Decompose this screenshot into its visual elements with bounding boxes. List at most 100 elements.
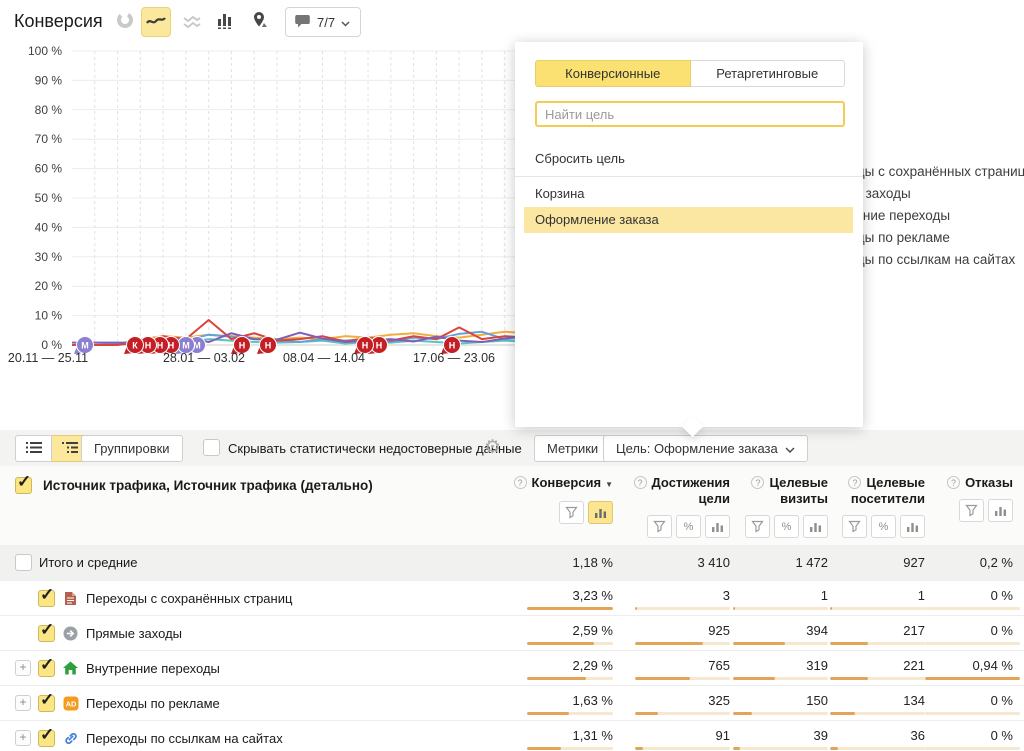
chart-type-donut-button[interactable]: [110, 7, 140, 37]
bar-chart-icon-button[interactable]: [803, 515, 828, 538]
column-header-label[interactable]: ?Целевые посетители: [828, 475, 925, 507]
row-label[interactable]: Переходы с сохранённых страниц: [86, 591, 292, 606]
metric-cell: 0,94 %: [925, 651, 1013, 685]
metric-value: 0,94 %: [925, 658, 1013, 673]
table-row: +✓Переходы по ссылкам на сайтах1,31 %913…: [0, 720, 1024, 751]
chart-type-map-button[interactable]: [245, 7, 275, 37]
controls-bar: Группировки Скрывать статистически недос…: [0, 430, 1024, 466]
metric-bar: [925, 642, 1020, 645]
row-label[interactable]: Переходы по ссылкам на сайтах: [86, 731, 283, 746]
column-header-label[interactable]: ?Конверсия▼: [510, 475, 613, 493]
row-label[interactable]: Внутренние переходы: [86, 661, 220, 676]
svg-text:70 %: 70 %: [35, 132, 63, 146]
row-header: ✓ Прямые заходы: [0, 616, 510, 650]
dimension-header: ✓ Источник трафика, Источник трафика (де…: [0, 466, 510, 545]
row-checkbox[interactable]: ✓: [38, 590, 55, 607]
goal-item-reset[interactable]: Сбросить цель: [515, 146, 863, 172]
svg-text:17.06 — 23.06: 17.06 — 23.06: [413, 351, 495, 365]
line-chart-icon: [145, 10, 167, 35]
hide-unreliable-label: Скрывать статистически недостоверные дан…: [228, 441, 522, 456]
metric-bar: [733, 642, 828, 645]
chart-type-stacked-button[interactable]: [177, 7, 207, 37]
help-question-icon[interactable]: ?: [848, 476, 861, 489]
bar-chart-icon-button[interactable]: [900, 515, 925, 538]
column-header: ?Целевые посетители%: [828, 466, 925, 545]
row-label[interactable]: Прямые заходы: [86, 626, 182, 641]
groupings-button[interactable]: Группировки: [81, 435, 183, 462]
goal-selector-button[interactable]: Цель: Оформление заказа: [603, 435, 808, 462]
metrics-button[interactable]: Метрики: [534, 435, 611, 462]
column-header-label[interactable]: ?Целевые визиты: [730, 475, 828, 507]
column-tools: [925, 499, 1013, 522]
metric-bar: [733, 747, 828, 750]
metric-bar: [733, 712, 828, 715]
goal-popup-tab[interactable]: Конверсионные: [535, 60, 691, 87]
annotations-dropdown-button[interactable]: 7/7: [285, 7, 361, 37]
chart-type-columns-button[interactable]: [211, 7, 241, 37]
goal-item[interactable]: Корзина: [515, 181, 863, 207]
filter-funnel-icon-button[interactable]: [745, 515, 770, 538]
row-header: + ✓ Переходы по ссылкам на сайтах: [0, 721, 510, 751]
column-header: ?Конверсия▼: [510, 466, 613, 545]
svg-text:К: К: [132, 341, 138, 351]
row-header: + ✓ AD Переходы по рекламе: [0, 686, 510, 720]
metric-cell: 927: [828, 545, 925, 580]
goal-list: Сбросить цель КорзинаОформление заказа: [515, 146, 863, 233]
hide-unreliable-checkbox[interactable]: [203, 439, 220, 456]
filter-funnel-icon-button[interactable]: [559, 501, 584, 524]
svg-text:30 %: 30 %: [35, 250, 63, 264]
metric-cell: 2,59 %: [510, 616, 613, 650]
metric-value: 3: [613, 588, 730, 603]
bar-chart-icon-button[interactable]: [988, 499, 1013, 522]
row-label[interactable]: Переходы по рекламе: [86, 696, 220, 711]
row-checkbox[interactable]: ✓: [38, 730, 55, 747]
filter-funnel-icon-button[interactable]: [647, 515, 672, 538]
svg-text:40 %: 40 %: [35, 220, 63, 234]
help-question-icon[interactable]: ?: [751, 476, 764, 489]
metric-cell: 217: [828, 616, 925, 650]
goal-item[interactable]: Оформление заказа: [524, 207, 853, 233]
row-checkbox[interactable]: [15, 554, 32, 571]
row-expander-button[interactable]: +: [15, 660, 31, 676]
settings-gear-icon[interactable]: ⚙: [484, 436, 501, 459]
row-checkbox[interactable]: ✓: [38, 695, 55, 712]
percent-icon-button[interactable]: %: [871, 515, 896, 538]
row-icon-ad: AD: [62, 696, 79, 711]
filter-funnel-icon-button[interactable]: [959, 499, 984, 522]
metric-cell: 3: [613, 581, 730, 615]
help-question-icon[interactable]: ?: [947, 476, 960, 489]
metric-value: 0 %: [925, 588, 1013, 603]
dimension-checkbox[interactable]: ✓: [15, 477, 32, 494]
percent-icon-button[interactable]: %: [774, 515, 799, 538]
row-expander-button[interactable]: +: [15, 730, 31, 746]
row-header: ✓ Переходы с сохранённых страниц: [0, 581, 510, 615]
chart-annotation-marker[interactable]: К: [124, 337, 144, 355]
help-question-icon[interactable]: ?: [514, 476, 527, 489]
goal-popup-tabs: КонверсионныеРетаргетинговые: [535, 60, 845, 87]
row-checkbox[interactable]: ✓: [38, 625, 55, 642]
filter-funnel-icon-button[interactable]: [842, 515, 867, 538]
map-pin-icon: [250, 10, 270, 35]
column-header: ?Достижения цели%: [613, 466, 730, 545]
chart-type-line-button[interactable]: [141, 7, 171, 37]
metric-cell: 1,18 %: [510, 545, 613, 580]
bar-chart-icon-button[interactable]: [705, 515, 730, 538]
goal-popup-tab[interactable]: Ретаргетинговые: [691, 60, 846, 87]
row-checkbox[interactable]: ✓: [38, 660, 55, 677]
row-icon-internal: [62, 661, 79, 675]
metric-cell: 1 472: [730, 545, 828, 580]
column-header-label[interactable]: ?Отказы: [925, 475, 1013, 491]
row-expander-button[interactable]: +: [15, 695, 31, 711]
goal-search-input[interactable]: [535, 101, 845, 127]
help-question-icon[interactable]: ?: [634, 476, 647, 489]
column-header-label[interactable]: ?Достижения цели: [613, 475, 730, 507]
column-tools: %: [730, 515, 828, 538]
metric-bar: [733, 607, 828, 610]
percent-icon-button[interactable]: %: [676, 515, 701, 538]
metric-bar: [635, 677, 730, 680]
view-flat-list-button[interactable]: [15, 435, 52, 462]
row-label[interactable]: Итого и средние: [39, 555, 137, 570]
metric-cell: 91: [613, 721, 730, 751]
bar-chart-icon-button[interactable]: [588, 501, 613, 524]
metric-cell: 3 410: [613, 545, 730, 580]
